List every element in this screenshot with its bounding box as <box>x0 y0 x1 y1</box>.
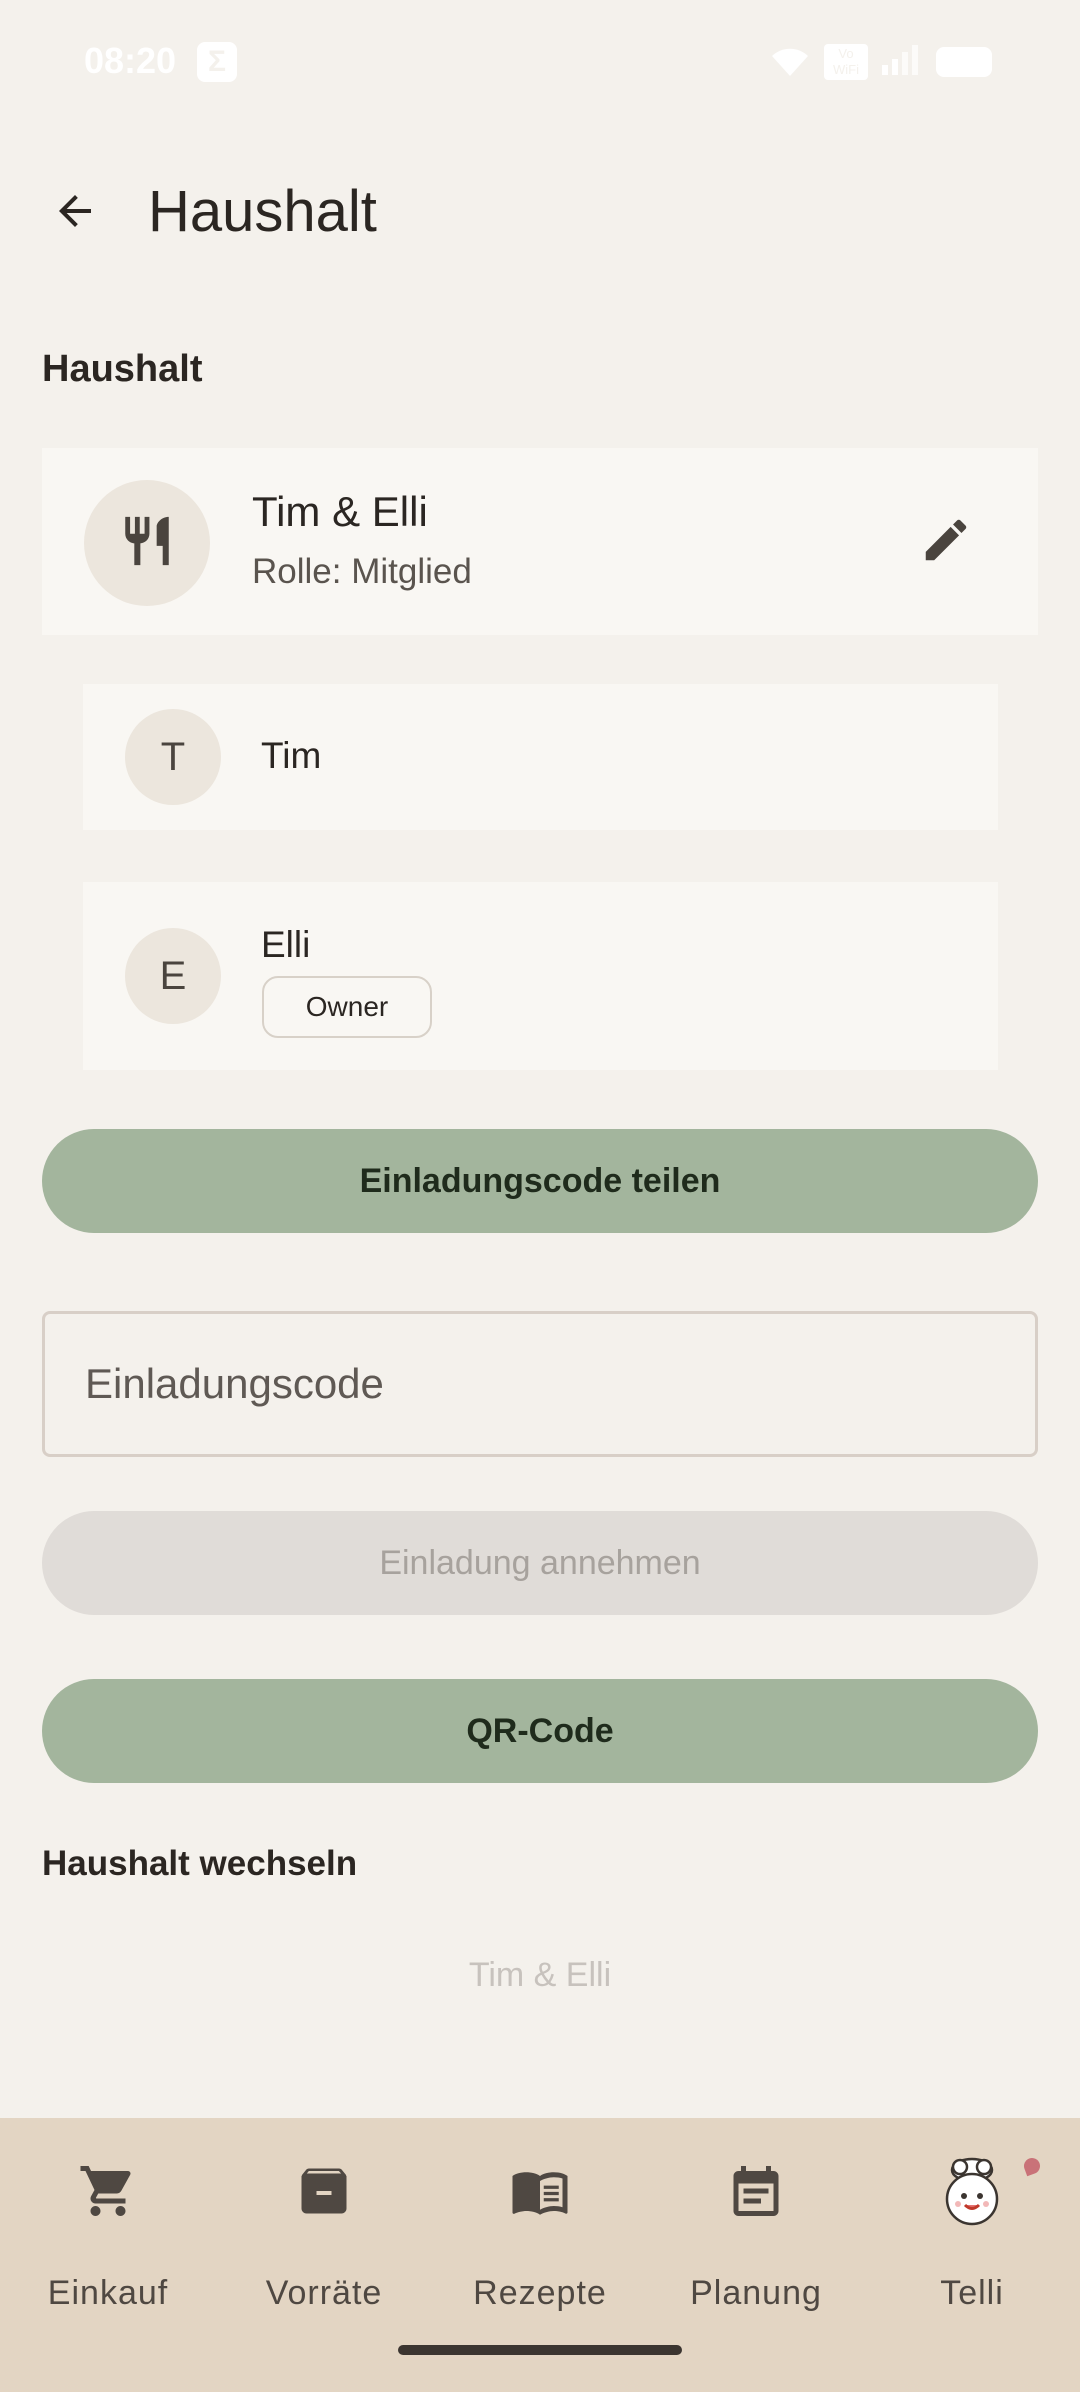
status-icons: Vo WiFi <box>770 44 992 80</box>
shopping-cart-icon <box>75 2158 141 2224</box>
pencil-icon <box>919 513 973 572</box>
chef-mascot-icon <box>934 2154 1010 2230</box>
edit-household-button[interactable] <box>914 510 978 574</box>
nav-label: Einkauf <box>47 2274 169 2312</box>
section-title-switch-household: Haushalt wechseln <box>42 1844 358 1883</box>
switch-household-item-label: Tim & Elli <box>468 1956 612 1990</box>
switch-household-item[interactable]: Tim & Elli <box>42 1950 1038 1990</box>
battery-icon <box>936 47 992 77</box>
signal-icon <box>882 44 922 80</box>
nav-label: Telli <box>940 2274 1004 2312</box>
avatar: E <box>125 928 221 1024</box>
calendar-icon <box>723 2158 789 2224</box>
home-indicator[interactable] <box>398 2345 682 2355</box>
invite-code-input[interactable] <box>42 1311 1038 1457</box>
nav-item-einkauf[interactable]: Einkauf <box>0 2118 216 2392</box>
arrow-back-icon <box>51 187 99 240</box>
section-title-household: Haushalt <box>42 348 203 390</box>
accept-invite-button[interactable]: Einladung annehmen <box>42 1511 1038 1615</box>
member-name: Elli <box>261 924 311 965</box>
open-book-icon <box>507 2158 573 2224</box>
nav-label: Rezepte <box>473 2274 607 2312</box>
avatar: T <box>125 709 221 805</box>
status-bar: 08:20 Σ Vo WiFi <box>0 0 1080 125</box>
sigma-icon: Σ <box>197 42 237 82</box>
restaurant-icon <box>118 512 176 575</box>
page-title: Haushalt <box>148 179 377 244</box>
household-role: Rolle: Mitglied <box>252 552 472 591</box>
archive-box-icon <box>291 2158 357 2224</box>
back-button[interactable] <box>42 180 108 246</box>
status-time: 08:20 <box>84 40 177 81</box>
notification-dot <box>1021 2155 1043 2177</box>
wifi-icon <box>770 46 810 78</box>
member-name: Tim <box>261 735 322 776</box>
member-card: E Elli Owner <box>83 882 998 1070</box>
volte-icon: Vo WiFi <box>824 44 868 80</box>
app-bar: Haushalt <box>0 160 1080 260</box>
nav-label: Planung <box>690 2274 822 2312</box>
share-invite-code-button[interactable]: Einladungscode teilen <box>42 1129 1038 1233</box>
household-name: Tim & Elli <box>252 488 428 535</box>
household-card: Tim & Elli Rolle: Mitglied <box>42 448 1038 635</box>
qr-code-button[interactable]: QR-Code <box>42 1679 1038 1783</box>
household-avatar <box>84 480 210 606</box>
nav-label: Vorräte <box>265 2274 383 2312</box>
nav-item-telli[interactable]: Telli <box>864 2118 1080 2392</box>
owner-badge: Owner <box>262 976 432 1038</box>
member-card: T Tim <box>83 684 998 830</box>
